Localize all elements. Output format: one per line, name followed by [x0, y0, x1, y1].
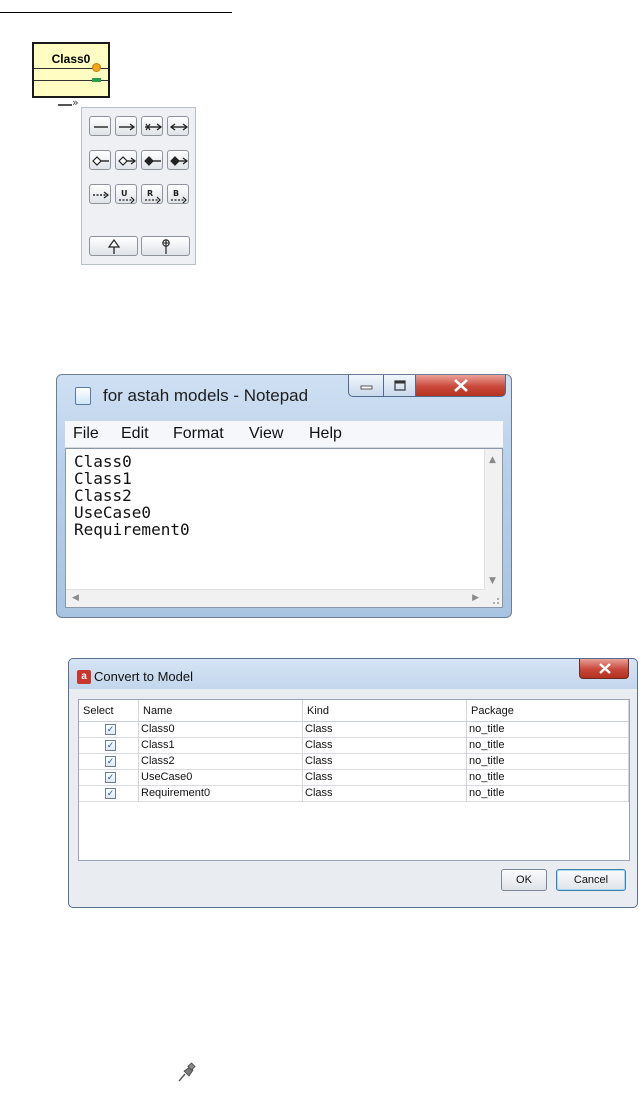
- directed-aggregation-icon[interactable]: [115, 150, 137, 170]
- directed-composition-icon[interactable]: [167, 150, 189, 170]
- window-title: for astah models - Notepad: [103, 386, 309, 405]
- dialog-title: Convert to Model: [94, 669, 193, 684]
- column-header-name[interactable]: Name: [139, 700, 303, 722]
- name-cell: Class1: [139, 738, 303, 754]
- attribute-icon[interactable]: [92, 63, 101, 72]
- table-row[interactable]: ✓ Class2 Class no_title: [79, 754, 629, 770]
- text-line: Requirement0: [74, 520, 190, 539]
- select-cell: ✓: [79, 786, 139, 802]
- column-header-kind[interactable]: Kind: [303, 700, 467, 722]
- kind-cell: Class: [303, 786, 467, 802]
- directed-association-icon[interactable]: [115, 116, 137, 136]
- package-cell: no_title: [467, 786, 629, 802]
- scroll-down-icon[interactable]: ▼: [489, 576, 496, 586]
- text-line: Class0: [74, 452, 132, 471]
- name-cell: Requirement0: [139, 786, 303, 802]
- text-line: Class2: [74, 486, 132, 505]
- resize-grip-icon[interactable]: [485, 590, 502, 607]
- svg-text:R: R: [147, 189, 153, 198]
- binding-icon[interactable]: B: [167, 184, 189, 204]
- kind-cell: Class: [303, 754, 467, 770]
- scroll-up-icon[interactable]: ▲: [489, 455, 496, 465]
- association-handle[interactable]: [58, 104, 72, 106]
- kind-cell: Class: [303, 722, 467, 738]
- notepad-window: for astah models - Notepad File Edit For…: [56, 374, 512, 618]
- cancel-button[interactable]: Cancel: [556, 869, 626, 891]
- package-cell: no_title: [467, 754, 629, 770]
- composition-icon[interactable]: [141, 150, 163, 170]
- table-row[interactable]: ✓ Class0 Class no_title: [79, 722, 629, 738]
- generalization-icon[interactable]: [89, 236, 138, 256]
- association-arrow-icon[interactable]: »: [72, 96, 79, 109]
- menu-view[interactable]: View: [249, 425, 283, 443]
- text-line: UseCase0: [74, 503, 152, 522]
- aggregation-icon[interactable]: [89, 150, 111, 170]
- pushpin-icon: [176, 1062, 196, 1088]
- menu-help[interactable]: Help: [309, 425, 342, 443]
- dialog-close-button[interactable]: [579, 659, 629, 679]
- row-checkbox[interactable]: ✓: [105, 740, 116, 751]
- scroll-right-icon[interactable]: ▶: [472, 593, 479, 603]
- astah-icon: a: [77, 670, 91, 684]
- menu-bar: File Edit Format View Help: [65, 421, 503, 448]
- close-button[interactable]: [416, 375, 506, 397]
- svg-text:U: U: [121, 189, 128, 198]
- scroll-left-icon[interactable]: ◀: [72, 593, 79, 603]
- vertical-scrollbar[interactable]: ▲ ▼: [484, 449, 502, 590]
- text-editor[interactable]: Class0 Class1 Class2 UseCase0 Requiremen…: [65, 448, 503, 608]
- name-cell: Class0: [139, 722, 303, 738]
- minimize-button[interactable]: [348, 375, 384, 397]
- menu-format[interactable]: Format: [173, 425, 224, 443]
- table-row[interactable]: ✓ UseCase0 Class no_title: [79, 770, 629, 786]
- association-line-icon[interactable]: [89, 116, 111, 136]
- package-cell: no_title: [467, 738, 629, 754]
- select-cell: ✓: [79, 722, 139, 738]
- operation-icon[interactable]: [92, 78, 101, 82]
- realization-icon[interactable]: R: [141, 184, 163, 204]
- relationship-palette: U R B: [81, 107, 196, 265]
- row-checkbox[interactable]: ✓: [105, 788, 116, 799]
- menu-edit[interactable]: Edit: [121, 425, 149, 443]
- menu-file[interactable]: File: [73, 425, 99, 443]
- usage-icon[interactable]: U: [115, 184, 137, 204]
- model-table: Select Name Kind Package ✓ Class0 Class …: [78, 699, 630, 861]
- select-cell: ✓: [79, 770, 139, 786]
- kind-cell: Class: [303, 738, 467, 754]
- horizontal-scrollbar[interactable]: ◀ ▶: [66, 589, 485, 607]
- notepad-icon: [75, 387, 91, 405]
- table-row[interactable]: ✓ Class1 Class no_title: [79, 738, 629, 754]
- containment-icon[interactable]: [141, 236, 190, 256]
- bidirectional-association-icon[interactable]: [167, 116, 189, 136]
- kind-cell: Class: [303, 770, 467, 786]
- text-line: Class1: [74, 469, 132, 488]
- maximize-button[interactable]: [384, 375, 416, 397]
- package-cell: no_title: [467, 722, 629, 738]
- column-header-select[interactable]: Select: [79, 700, 139, 722]
- table-row[interactable]: ✓ Requirement0 Class no_title: [79, 786, 629, 802]
- non-navigable-association-icon[interactable]: [141, 116, 163, 136]
- dependency-icon[interactable]: [89, 184, 111, 204]
- row-checkbox[interactable]: ✓: [105, 772, 116, 783]
- select-cell: ✓: [79, 754, 139, 770]
- package-cell: no_title: [467, 770, 629, 786]
- svg-text:B: B: [173, 189, 179, 198]
- row-checkbox[interactable]: ✓: [105, 724, 116, 735]
- top-rule: [0, 12, 232, 13]
- name-cell: Class2: [139, 754, 303, 770]
- row-checkbox[interactable]: ✓: [105, 756, 116, 767]
- name-cell: UseCase0: [139, 770, 303, 786]
- column-header-package[interactable]: Package: [467, 700, 629, 722]
- ok-button[interactable]: OK: [501, 869, 547, 891]
- select-cell: ✓: [79, 738, 139, 754]
- uml-class-box[interactable]: Class0: [32, 42, 110, 98]
- convert-to-model-dialog: a Convert to Model Select Name Kind Pack…: [68, 658, 638, 908]
